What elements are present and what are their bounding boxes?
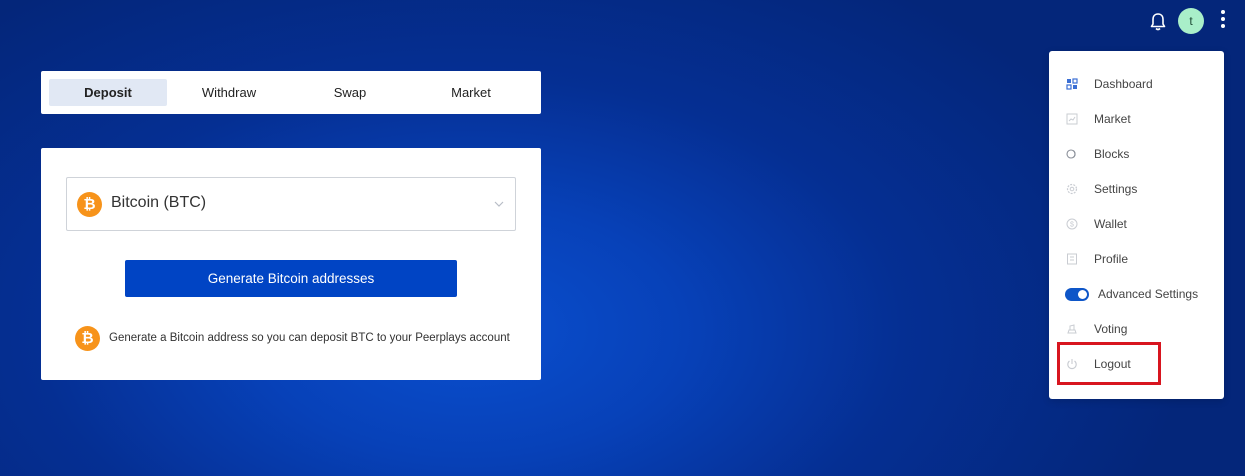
notification-bell-icon[interactable] (1149, 12, 1167, 32)
menu-item-label: Voting (1094, 322, 1128, 336)
selected-coin-label: Bitcoin (BTC) (111, 194, 207, 211)
market-icon (1066, 113, 1078, 125)
menu-item-label: Advanced Settings (1098, 287, 1199, 301)
power-icon (1067, 359, 1077, 370)
menu-item-voting[interactable]: Voting (1049, 315, 1224, 345)
menu-item-settings[interactable]: Settings (1049, 175, 1224, 205)
advanced-settings-toggle[interactable] (1065, 288, 1089, 301)
settings-icon (1066, 183, 1078, 195)
menu-item-label: Profile (1094, 252, 1129, 266)
menu-item-label: Wallet (1094, 217, 1127, 231)
wallet-tabs: Deposit Withdraw Swap Market (41, 71, 541, 114)
menu-item-market[interactable]: Market (1049, 105, 1224, 135)
tab-withdraw[interactable]: Withdraw (170, 79, 288, 106)
chevron-down-icon (494, 201, 504, 207)
wallet-icon: $ (1066, 218, 1078, 230)
voting-icon (1067, 324, 1077, 334)
menu-item-logout[interactable]: Logout (1049, 350, 1224, 380)
profile-icon (1067, 253, 1077, 265)
menu-item-label: Market (1094, 112, 1131, 126)
more-options-icon[interactable] (1216, 10, 1230, 32)
tab-deposit[interactable]: Deposit (49, 79, 167, 106)
tab-market[interactable]: Market (412, 79, 530, 106)
menu-item-dashboard[interactable]: Dashboard (1049, 70, 1224, 100)
deposit-panel: ₿ Bitcoin (BTC) Generate Bitcoin address… (41, 148, 541, 380)
generate-bitcoin-addresses-button[interactable]: Generate Bitcoin addresses (125, 260, 457, 297)
menu-item-wallet[interactable]: $ Wallet (1049, 210, 1224, 240)
menu-item-advanced-settings[interactable]: Advanced Settings (1049, 280, 1224, 310)
deposit-info: ₿ Generate a Bitcoin address so you can … (75, 326, 515, 352)
menu-item-profile[interactable]: Profile (1049, 245, 1224, 275)
dashboard-icon (1066, 78, 1078, 90)
coin-select-dropdown[interactable]: ₿ Bitcoin (BTC) (66, 177, 516, 231)
menu-item-label: Blocks (1094, 147, 1130, 161)
menu-item-label: Logout (1094, 357, 1131, 371)
menu-item-label: Settings (1094, 182, 1138, 196)
tab-swap[interactable]: Swap (291, 79, 409, 106)
user-menu-dropdown: Dashboard Market Blocks Settings $ Walle… (1049, 51, 1224, 399)
bitcoin-logo-icon: ₿ (75, 326, 100, 351)
menu-item-blocks[interactable]: Blocks (1049, 140, 1224, 170)
bitcoin-logo-icon: ₿ (77, 192, 102, 217)
svg-text:$: $ (1070, 222, 1074, 229)
blocks-icon (1066, 149, 1076, 159)
menu-item-label: Dashboard (1094, 77, 1153, 91)
deposit-info-text: Generate a Bitcoin address so you can de… (109, 332, 510, 344)
user-avatar[interactable]: t (1178, 8, 1204, 34)
